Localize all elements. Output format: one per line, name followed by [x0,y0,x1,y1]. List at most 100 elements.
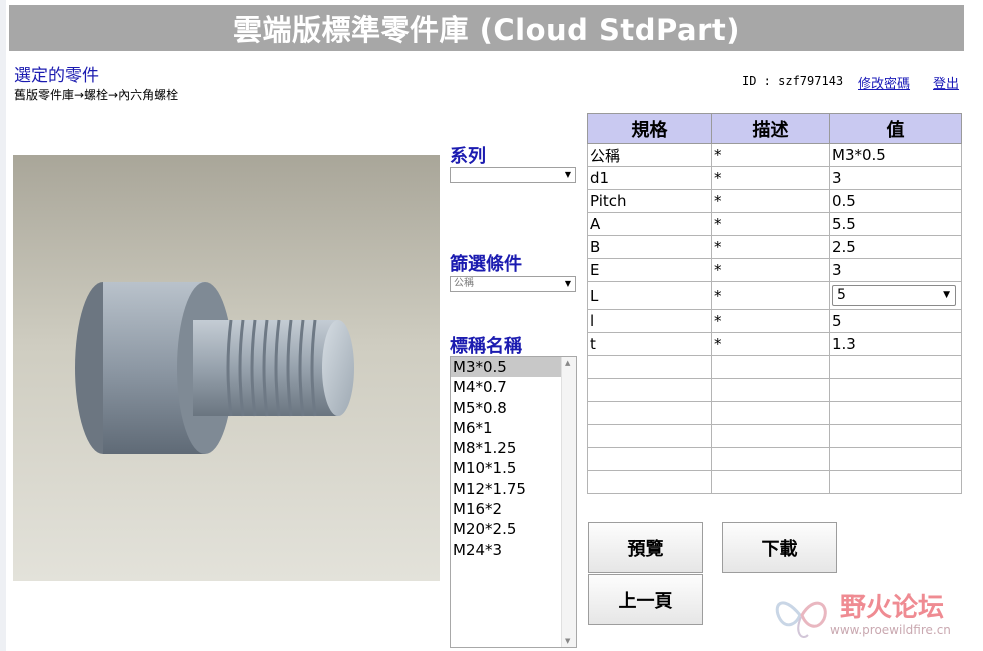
empty-cell [711,470,830,494]
left-rail [0,0,6,651]
empty-cell [829,401,962,425]
table-row: 公稱 * M3*0.5 [587,143,962,167]
part-preview [13,155,440,581]
empty-cell [711,447,830,471]
scroll-up-icon[interactable]: ▲ [565,359,570,367]
empty-cell [587,424,712,448]
desc-cell: * [711,281,830,310]
table-row [587,355,962,379]
listbox-scrollbar[interactable]: ▲ ▼ [561,357,576,647]
watermark-text: 野火论坛 [840,593,945,623]
column-header-desc: 描述 [711,113,830,144]
list-item[interactable]: M6*1 [451,418,562,438]
preview-button[interactable]: 預覽 [588,522,703,573]
desc-cell: * [711,143,830,167]
column-header-spec: 規格 [587,113,712,144]
table-row [587,424,962,448]
download-button[interactable]: 下載 [722,522,837,573]
value-cell: 5 [829,309,962,333]
table-row: t * 1.3 [587,332,962,356]
desc-cell: * [711,166,830,190]
empty-cell [711,424,830,448]
desc-cell: * [711,189,830,213]
column-header-value: 值 [829,113,962,144]
watermark: 野火论坛 www.proewildfire.cn [772,585,972,645]
value-cell: 5 ▼ [829,281,962,310]
scroll-down-icon[interactable]: ▼ [565,637,570,645]
empty-cell [587,470,712,494]
spec-cell: L [587,281,712,310]
change-password-link[interactable]: 修改密碼 [858,73,910,92]
empty-cell [587,447,712,471]
nominal-label: 標稱名稱 [450,336,522,357]
value-cell: 5.5 [829,212,962,236]
chevron-down-icon: ▼ [564,170,571,179]
table-row [587,470,962,494]
list-item[interactable]: M16*2 [451,499,562,519]
spec-cell: A [587,212,712,236]
empty-cell [711,355,830,379]
table-row [587,447,962,471]
length-select[interactable]: 5 ▼ [832,285,956,306]
selected-part-title: 選定的零件 [14,66,99,86]
nominal-listbox[interactable]: M3*0.5 M4*0.7 M5*0.8 M6*1 M8*1.25 M10*1.5 M12*… [450,356,577,648]
value-cell: 0.5 [829,189,962,213]
logout-link[interactable]: 登出 [933,73,959,92]
empty-cell [829,378,962,402]
spec-cell: 公稱 [587,143,712,167]
desc-cell: * [711,258,830,282]
butterfly-logo-icon [775,601,827,638]
empty-cell [829,470,962,494]
chevron-down-icon: ▼ [943,290,950,300]
list-item[interactable]: M10*1.5 [451,458,562,478]
list-item[interactable]: M3*0.5 [451,357,562,378]
desc-cell: * [711,212,830,236]
list-item[interactable]: M12*1.75 [451,479,562,499]
page-title: 雲端版標準零件庫 (Cloud StdPart) [233,13,740,47]
series-select[interactable]: ▼ [450,167,576,183]
value-cell: 3 [829,258,962,282]
table-row: l * 5 [587,309,962,333]
list-item[interactable]: M4*0.7 [451,377,562,397]
table-row: d1 * 3 [587,166,962,190]
desc-cell: * [711,309,830,333]
empty-cell [829,447,962,471]
list-item[interactable]: M8*1.25 [451,438,562,458]
value-cell: M3*0.5 [829,143,962,167]
table-row: B * 2.5 [587,235,962,259]
filter-select-value: 公稱 [454,278,474,289]
table-header-row: 規格 描述 值 [587,113,962,144]
list-item[interactable]: M20*2.5 [451,519,562,539]
table-row: L * 5 ▼ [587,281,962,310]
table-row: Pitch * 0.5 [587,189,962,213]
chevron-down-icon: ▼ [564,279,571,288]
empty-cell [711,401,830,425]
value-cell: 2.5 [829,235,962,259]
table-row: E * 3 [587,258,962,282]
spec-cell: Pitch [587,189,712,213]
desc-cell: * [711,332,830,356]
user-id: ID : szf797143 [742,74,844,88]
spec-cell: d1 [587,166,712,190]
list-item[interactable]: M24*3 [451,540,562,560]
spec-cell: l [587,309,712,333]
empty-cell [587,355,712,379]
breadcrumb: 舊版零件庫→螺栓→內六角螺栓 [14,88,179,102]
spec-cell: B [587,235,712,259]
list-item[interactable]: M5*0.8 [451,398,562,418]
watermark-url: www.proewildfire.cn [830,623,951,637]
page-header: 雲端版標準零件庫 (Cloud StdPart) [9,5,964,51]
length-select-value: 5 [837,287,846,303]
empty-cell [829,424,962,448]
table-row: A * 5.5 [587,212,962,236]
value-cell: 1.3 [829,332,962,356]
series-label: 系列 [450,146,486,167]
screw-render [75,282,354,454]
spec-cell: t [587,332,712,356]
empty-cell [587,378,712,402]
spec-cell: E [587,258,712,282]
table-row [587,378,962,402]
back-button[interactable]: 上一頁 [588,574,703,625]
table-row [587,401,962,425]
filter-select[interactable]: 公稱 ▼ [450,276,576,292]
